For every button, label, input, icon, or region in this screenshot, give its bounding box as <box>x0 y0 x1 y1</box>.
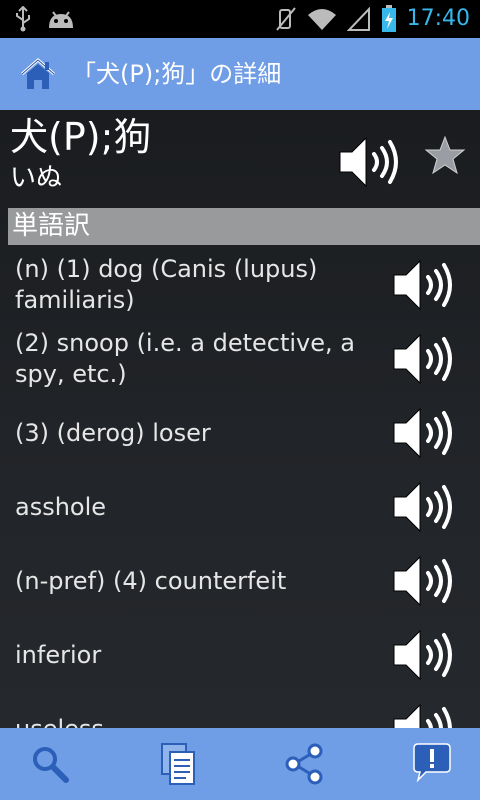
headword: 犬(P);狗 <box>10 115 152 159</box>
translation-row[interactable]: useless <box>0 692 480 728</box>
search-icon[interactable] <box>28 742 72 786</box>
section-header-translations: 単語訳 <box>8 208 480 245</box>
page-title: 「犬(P);狗」の詳細 <box>72 60 282 88</box>
copy-icon[interactable] <box>156 742 200 786</box>
usb-icon <box>14 6 32 32</box>
signal-icon <box>346 7 371 31</box>
status-bar: 17:40 <box>0 0 480 38</box>
entry-detail: 犬(P);狗 いぬ 単語訳 (n) (1) dog (Canis (lupus)… <box>0 110 480 728</box>
translation-text: (n) (1) dog (Canis (lupus) familiaris) <box>15 255 318 314</box>
translation-row[interactable]: (3) (derog) loser <box>0 396 480 470</box>
share-icon[interactable] <box>282 742 326 786</box>
feedback-icon[interactable] <box>410 742 454 786</box>
action-bar: 「犬(P);狗」の詳細 <box>0 38 480 110</box>
status-time: 17:40 <box>406 6 470 31</box>
speaker-icon[interactable] <box>388 256 456 314</box>
translation-text: (n-pref) (4) counterfeit <box>15 566 287 595</box>
speaker-icon[interactable] <box>388 478 456 536</box>
mute-icon <box>275 6 297 32</box>
wifi-icon <box>307 7 337 31</box>
headword-speaker-icon[interactable] <box>334 132 402 192</box>
speaker-icon[interactable] <box>388 626 456 684</box>
translation-row[interactable]: (2) snoop (i.e. a detective, a spy, etc.… <box>0 322 480 396</box>
translation-text: asshole <box>15 492 107 521</box>
translation-text: inferior <box>15 640 102 669</box>
reading: いぬ <box>10 163 63 193</box>
translation-row[interactable]: asshole <box>0 470 480 544</box>
battery-charging-icon <box>381 5 397 33</box>
translation-row[interactable]: (n) (1) dog (Canis (lupus) familiaris) <box>0 248 480 322</box>
favorite-star-icon[interactable] <box>424 134 466 176</box>
translation-row[interactable]: inferior <box>0 618 480 692</box>
speaker-icon[interactable] <box>388 700 456 728</box>
translation-text: (3) (derog) loser <box>15 418 211 447</box>
translation-text: (2) snoop (i.e. a detective, a spy, etc.… <box>15 329 355 388</box>
speaker-icon[interactable] <box>388 330 456 388</box>
bottom-toolbar <box>0 728 480 800</box>
home-icon[interactable] <box>18 56 58 92</box>
android-icon <box>46 6 76 32</box>
speaker-icon[interactable] <box>388 552 456 610</box>
translation-list: (n) (1) dog (Canis (lupus) familiaris) (2… <box>0 248 480 728</box>
speaker-icon[interactable] <box>388 404 456 462</box>
translation-text: useless <box>15 692 375 729</box>
translation-row[interactable]: (n-pref) (4) counterfeit <box>0 544 480 618</box>
